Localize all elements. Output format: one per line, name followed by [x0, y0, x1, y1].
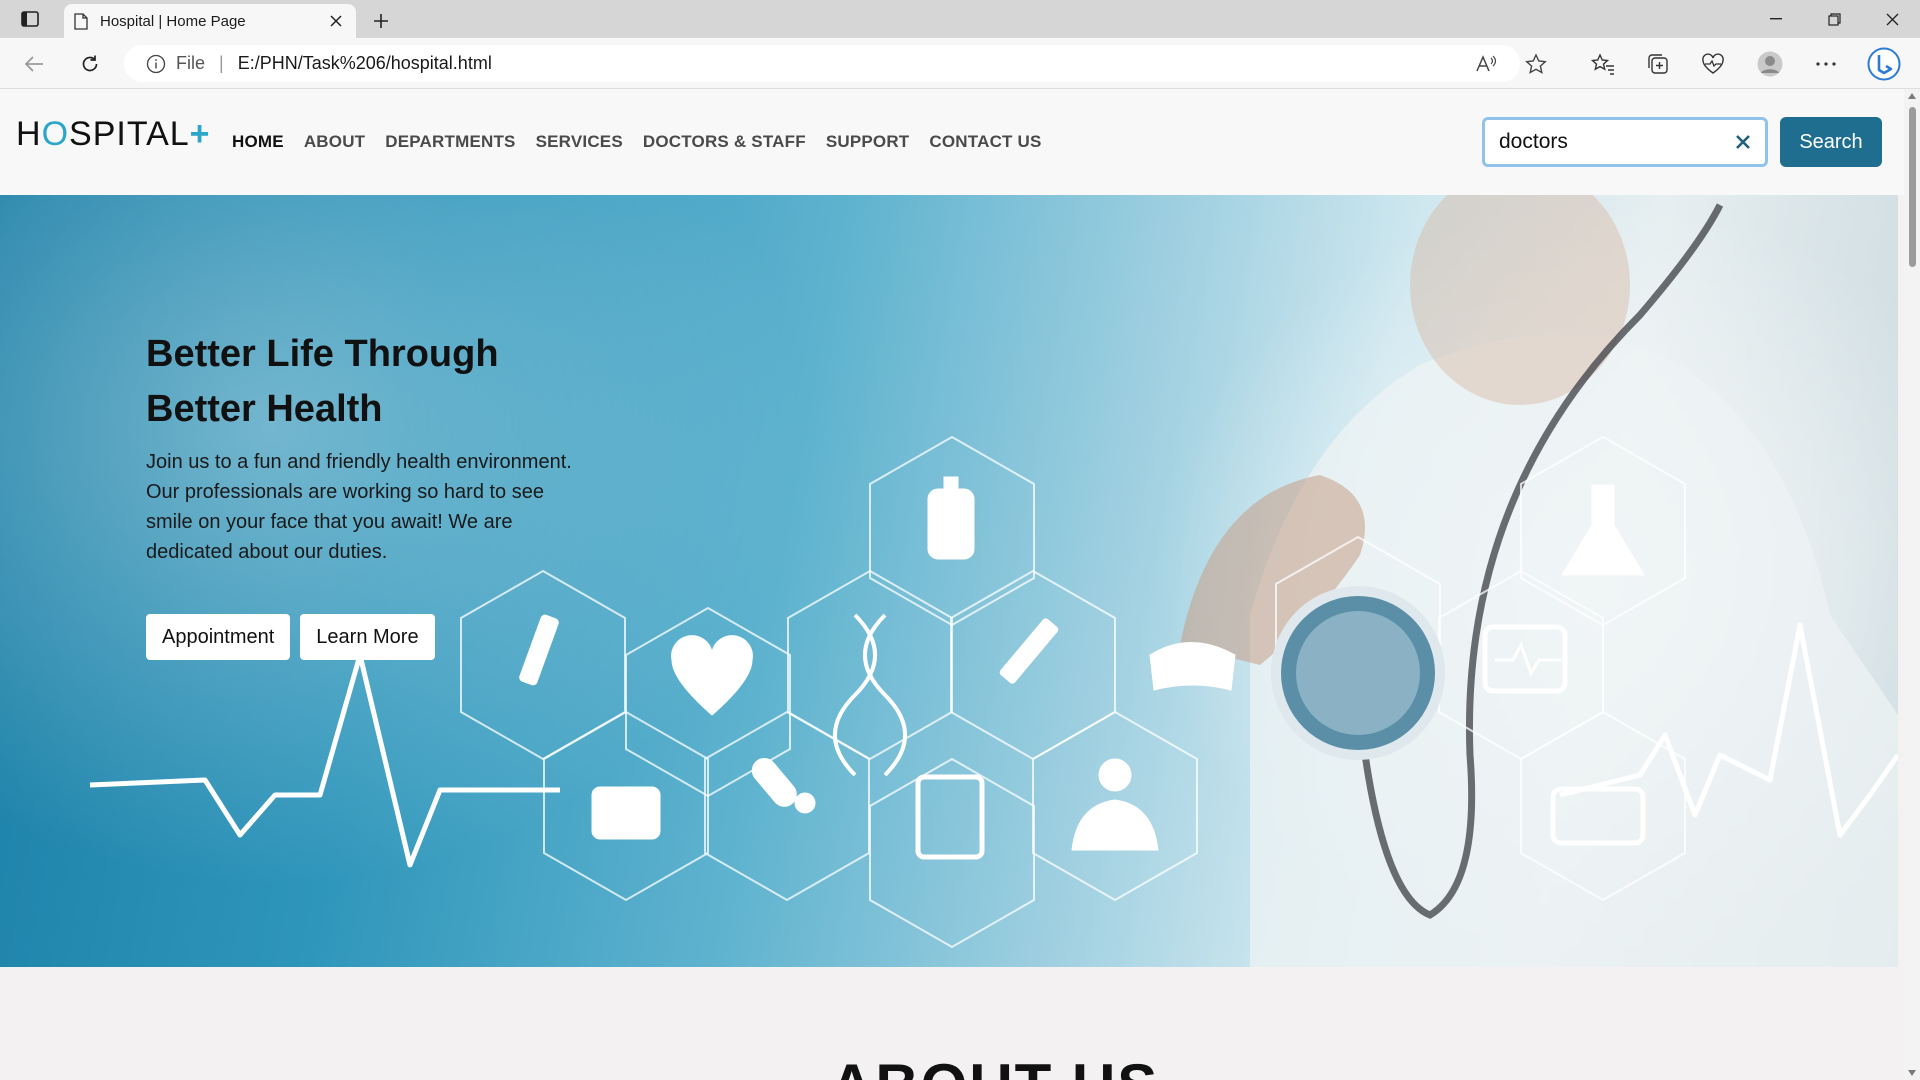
read-aloud-button[interactable]	[1468, 46, 1504, 82]
restore-icon	[1827, 12, 1841, 26]
tab-actions-button[interactable]	[0, 0, 60, 38]
learn-more-button[interactable]: Learn More	[300, 614, 435, 660]
settings-more-button[interactable]	[1808, 46, 1844, 82]
search-button[interactable]: Search	[1780, 117, 1882, 167]
scroll-thumb[interactable]	[1909, 107, 1916, 267]
dropper-icon	[519, 614, 559, 686]
site-logo[interactable]: HOSPITAL+	[16, 115, 211, 154]
avatar-icon	[1757, 51, 1783, 77]
bing-icon	[1867, 47, 1901, 81]
hero-medical-illustration	[89, 195, 1898, 967]
read-aloud-icon	[1476, 55, 1497, 72]
scroll-up-arrow-icon[interactable]	[1908, 93, 1916, 99]
hero-title-line2: Better Health	[146, 388, 383, 430]
clipboard-icon	[915, 774, 985, 860]
url-scheme-label: File	[176, 53, 206, 73]
collections-button[interactable]	[1640, 46, 1676, 82]
clear-search-icon[interactable]	[1735, 134, 1751, 150]
site-header: HOSPITAL+ HOME ABOUT DEPARTMENTS SERVICE…	[0, 89, 1904, 195]
url-separator: |	[219, 53, 224, 73]
minimize-button[interactable]	[1748, 0, 1804, 38]
search-input[interactable]	[1499, 130, 1719, 154]
profile-button[interactable]	[1752, 46, 1788, 82]
page-scrollbar[interactable]	[1904, 89, 1920, 1080]
hero-title-line1: Better Life Through	[146, 333, 499, 375]
syringe-icon	[999, 618, 1059, 684]
logo-text-end: SPITAL	[69, 115, 190, 153]
url-field[interactable]: File | E:/PHN/Task%206/hospital.html	[124, 45, 1520, 82]
iv-bag-icon	[927, 488, 975, 560]
heart-pulse-icon	[1702, 53, 1724, 74]
close-window-button[interactable]	[1864, 0, 1920, 38]
nav-doctors-staff[interactable]: DOCTORS & STAFF	[643, 132, 806, 152]
heart-monitor-icon	[671, 635, 753, 716]
close-icon	[1886, 13, 1898, 25]
browser-tab-bar: Hospital | Home Page	[0, 0, 1920, 38]
nav-support[interactable]: SUPPORT	[826, 132, 910, 152]
hero-title: Better Life Through Better Health	[146, 327, 586, 437]
url-text[interactable]: E:/PHN/Task%206/hospital.html	[238, 53, 492, 74]
refresh-button[interactable]	[72, 46, 108, 82]
appointment-button[interactable]: Appointment	[146, 614, 291, 660]
tab-actions-icon	[21, 11, 39, 27]
logo-text-start: H	[16, 115, 42, 153]
nav-home[interactable]: HOME	[232, 132, 284, 152]
scroll-down-arrow-icon[interactable]	[1908, 1070, 1916, 1076]
favorites-button[interactable]	[1585, 46, 1621, 82]
tab-title: Hospital | Home Page	[100, 12, 246, 30]
about-us-heading: ABOUT US	[830, 1051, 1159, 1080]
page-icon	[74, 12, 88, 30]
nurse-cap-icon	[1149, 642, 1236, 691]
minimize-icon	[1770, 18, 1782, 20]
page-viewport: HOSPITAL+ HOME ABOUT DEPARTMENTS SERVICE…	[0, 89, 1904, 1080]
plus-icon	[374, 14, 388, 28]
heartbeat-line-left	[89, 652, 560, 868]
favorites-list-icon	[1591, 53, 1614, 75]
logo-accent-letter: O	[41, 115, 70, 153]
pills-icon	[751, 758, 797, 807]
nav-departments[interactable]: DEPARTMENTS	[385, 132, 515, 152]
main-nav: HOME ABOUT DEPARTMENTS SERVICES DOCTORS …	[232, 132, 1042, 152]
restore-button[interactable]	[1806, 0, 1862, 38]
refresh-icon	[82, 55, 98, 72]
nav-services[interactable]: SERVICES	[536, 132, 623, 152]
hero-buttons: Appointment Learn More	[146, 614, 435, 660]
browser-essentials-button[interactable]	[1695, 46, 1731, 82]
info-icon[interactable]	[146, 54, 166, 74]
nav-contact-us[interactable]: CONTACT US	[929, 132, 1041, 152]
new-tab-button[interactable]	[368, 8, 394, 34]
tab-close-icon[interactable]	[326, 11, 346, 31]
hero-banner: Better Life Through Better Health Join u…	[0, 195, 1898, 967]
star-icon	[1525, 53, 1547, 74]
first-aid-kit-icon	[591, 786, 661, 840]
logo-plus: +	[189, 115, 211, 153]
browser-tab[interactable]: Hospital | Home Page	[64, 4, 356, 38]
hero-text-block: Better Life Through Better Health Join u…	[146, 327, 586, 567]
collections-icon	[1648, 54, 1668, 74]
back-button[interactable]	[16, 46, 52, 82]
bing-copilot-button[interactable]	[1866, 46, 1902, 82]
back-arrow-icon	[24, 56, 43, 72]
hero-description: Join us to a fun and friendly health env…	[146, 451, 572, 563]
more-icon	[1816, 62, 1836, 66]
iv-bag-cap	[943, 476, 959, 492]
nav-about[interactable]: ABOUT	[304, 132, 365, 152]
doctor-icon	[1098, 758, 1132, 792]
address-bar: File | E:/PHN/Task%206/hospital.html	[0, 38, 1920, 89]
favorite-button[interactable]	[1518, 46, 1554, 82]
search-box	[1482, 117, 1768, 167]
